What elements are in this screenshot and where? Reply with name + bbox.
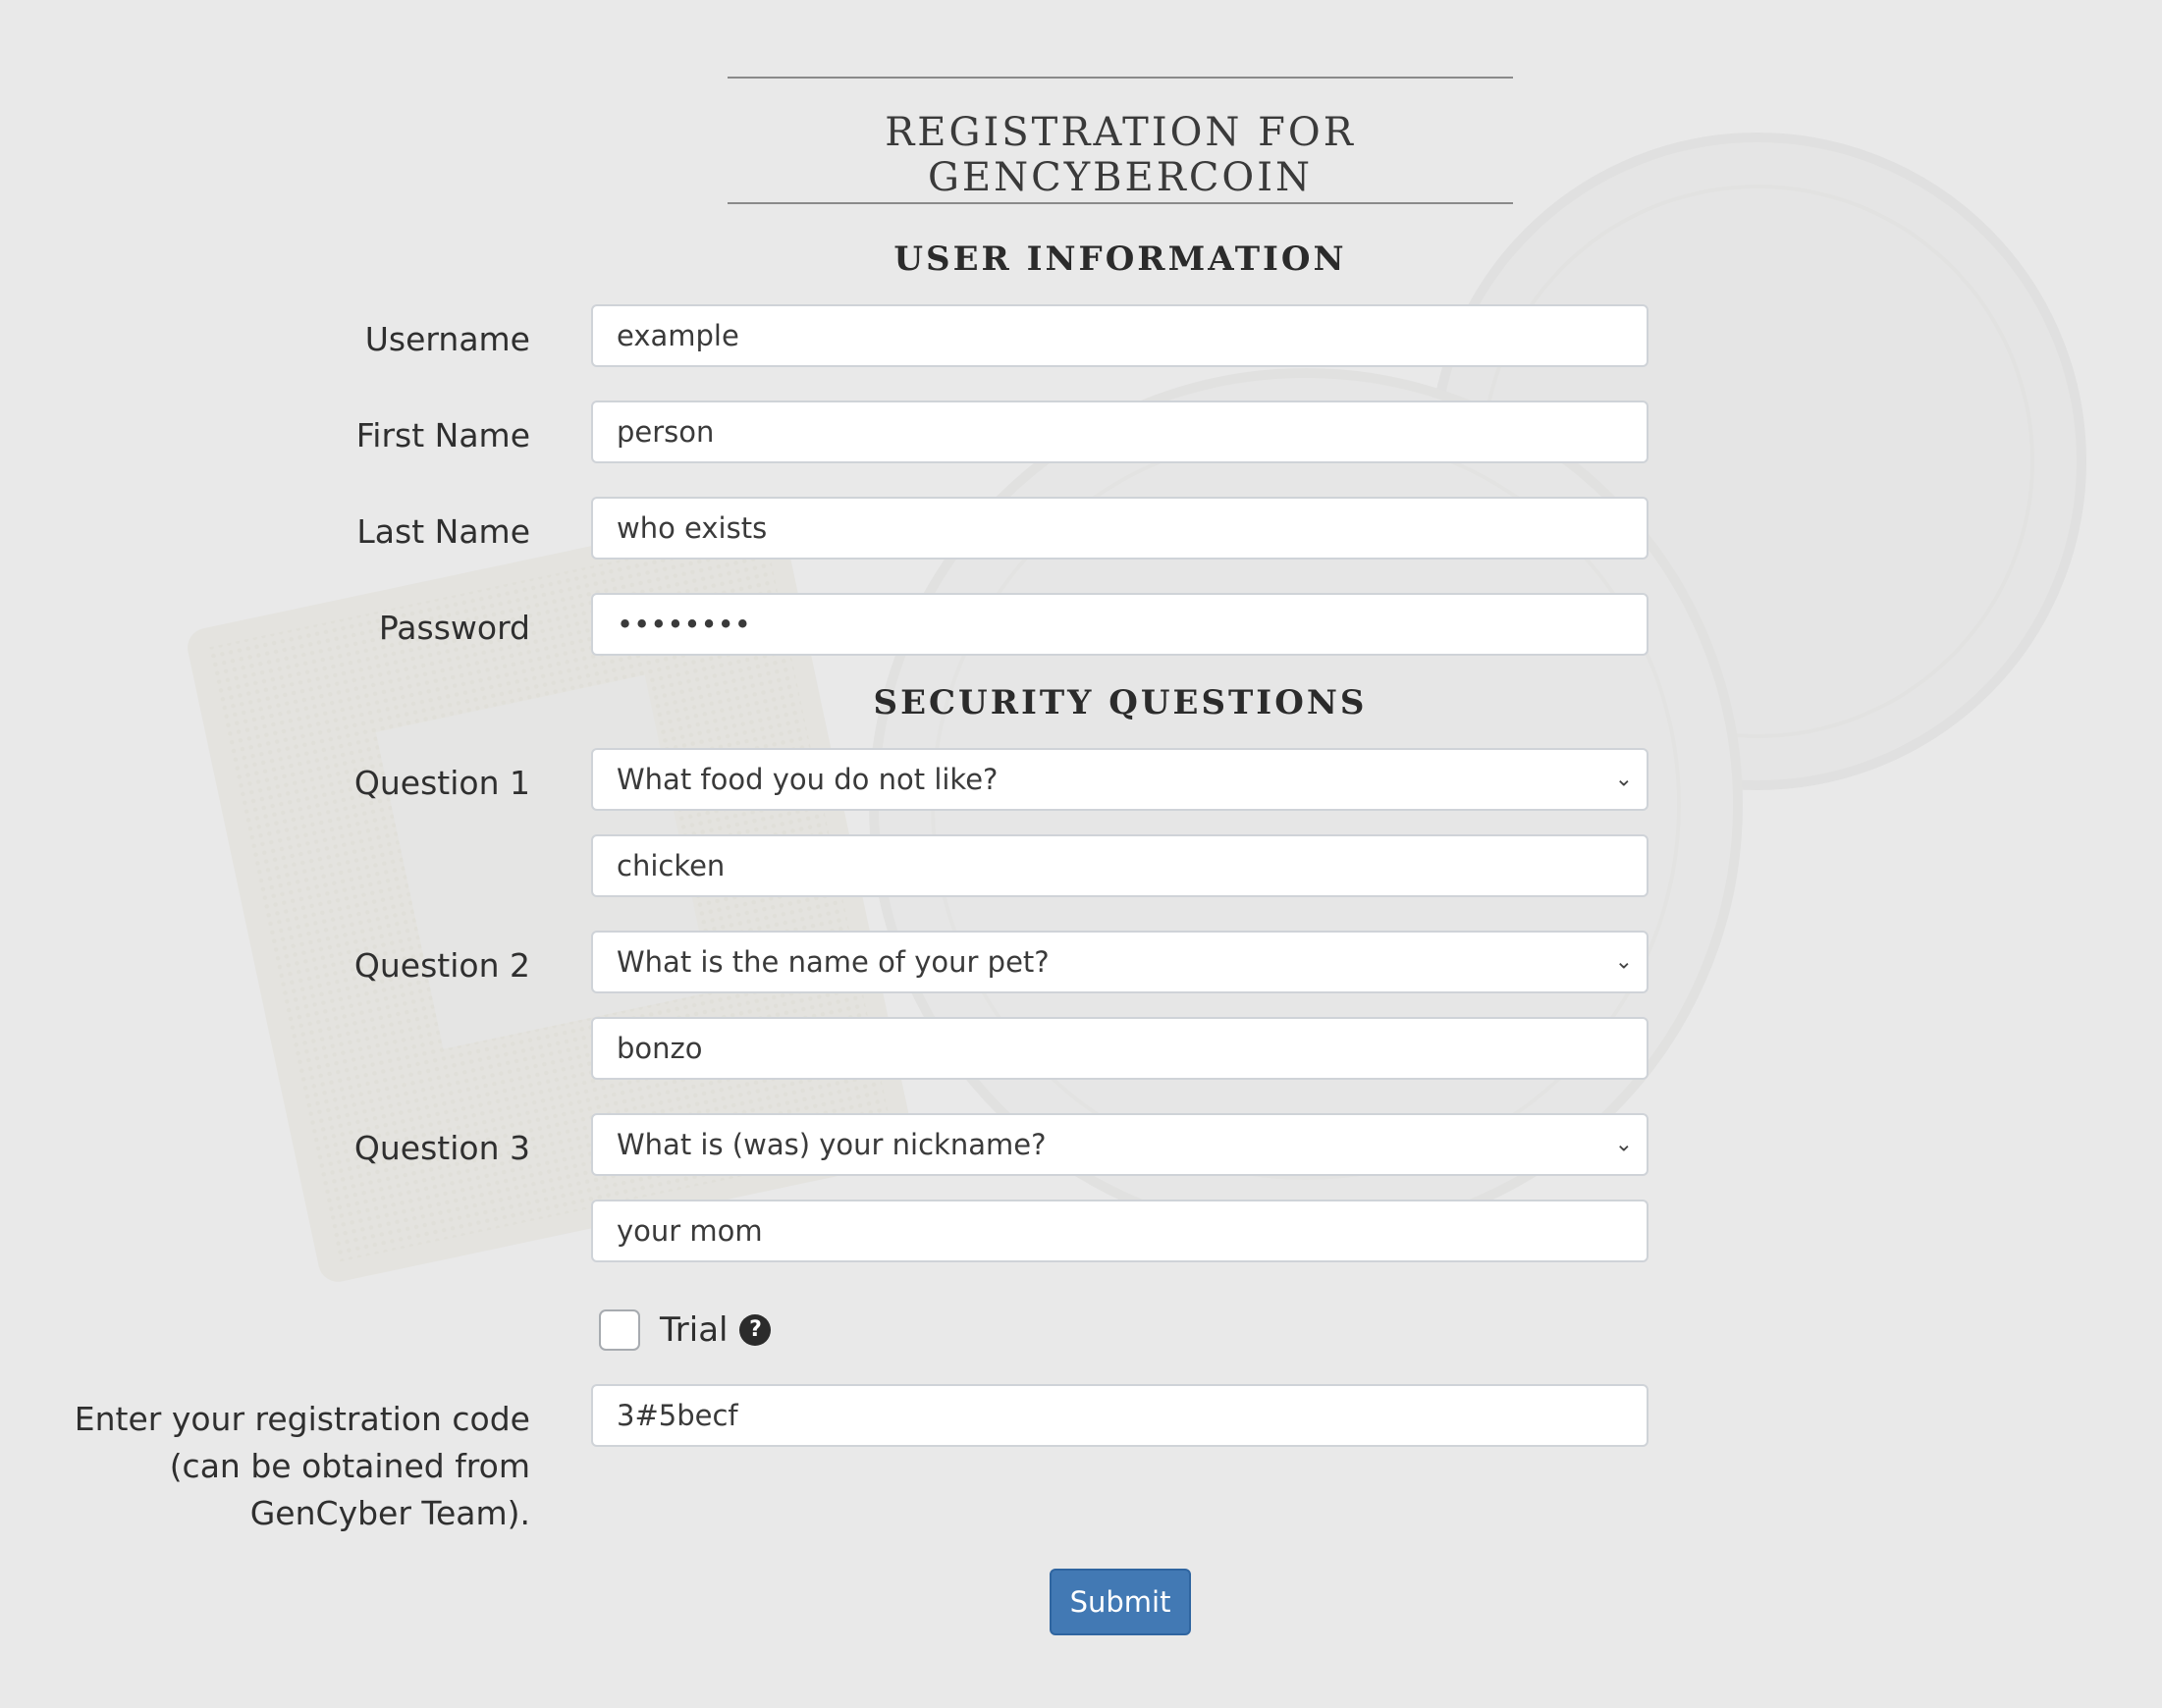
title-bottom-rule	[728, 202, 1513, 204]
chevron-down-icon: ⌄	[1614, 1132, 1633, 1157]
question-2-selected: What is the name of your pet?	[617, 945, 1050, 979]
chevron-down-icon: ⌄	[1614, 949, 1633, 975]
user-information-heading: USER INFORMATION	[893, 240, 1347, 279]
question-2-answer-input[interactable]: bonzo	[591, 1017, 1649, 1080]
registration-code-label-line: Enter your registration code	[74, 1400, 530, 1438]
question-1-answer-input[interactable]: chicken	[591, 834, 1649, 897]
registration-code-label-line: GenCyber Team).	[249, 1494, 530, 1532]
registration-page: REGISTRATION FOR GENCYBERCOIN USER INFOR…	[0, 0, 2162, 1708]
username-label: Username	[364, 320, 530, 358]
question-2-select[interactable]: What is the name of your pet? ⌄	[591, 931, 1649, 993]
username-value: example	[617, 319, 739, 352]
trial-label[interactable]: Trial	[660, 1310, 728, 1350]
password-input[interactable]: ••••••••	[591, 593, 1649, 656]
registration-code-value: 3#5becf	[617, 1399, 738, 1432]
last-name-input[interactable]: who exists	[591, 497, 1649, 560]
trial-checkbox[interactable]	[599, 1309, 640, 1351]
title-top-rule	[728, 77, 1513, 79]
question-3-select[interactable]: What is (was) your nickname? ⌄	[591, 1113, 1649, 1176]
question-3-answer-input[interactable]: your mom	[591, 1200, 1649, 1262]
question-1-label: Question 1	[353, 764, 530, 802]
question-1-selected: What food you do not like?	[617, 763, 999, 796]
registration-code-label: Enter your registration code (can be obt…	[20, 1396, 530, 1537]
first-name-input[interactable]: person	[591, 400, 1649, 463]
last-name-label: Last Name	[356, 512, 530, 551]
trial-row: Trial ?	[599, 1308, 772, 1353]
question-3-selected: What is (was) your nickname?	[617, 1128, 1047, 1161]
question-1-answer: chicken	[617, 849, 726, 882]
question-1-select[interactable]: What food you do not like? ⌄	[591, 748, 1649, 811]
question-3-answer: your mom	[617, 1214, 763, 1248]
registration-code-input[interactable]: 3#5becf	[591, 1384, 1649, 1447]
page-title: REGISTRATION FOR GENCYBERCOIN	[885, 110, 1356, 200]
question-2-answer: bonzo	[617, 1032, 703, 1065]
password-label: Password	[378, 609, 530, 647]
username-input[interactable]: example	[591, 304, 1649, 367]
registration-code-label-line: (can be obtained from	[169, 1447, 530, 1485]
password-value: ••••••••	[617, 608, 751, 641]
question-2-label: Question 2	[353, 946, 530, 985]
chevron-down-icon: ⌄	[1614, 767, 1633, 792]
first-name-value: person	[617, 415, 715, 449]
question-3-label: Question 3	[353, 1129, 530, 1167]
question-circle-icon[interactable]: ?	[739, 1314, 772, 1346]
security-questions-heading: SECURITY QUESTIONS	[873, 683, 1368, 722]
submit-button[interactable]: Submit	[1050, 1569, 1191, 1635]
last-name-value: who exists	[617, 511, 768, 545]
first-name-label: First Name	[355, 416, 530, 454]
